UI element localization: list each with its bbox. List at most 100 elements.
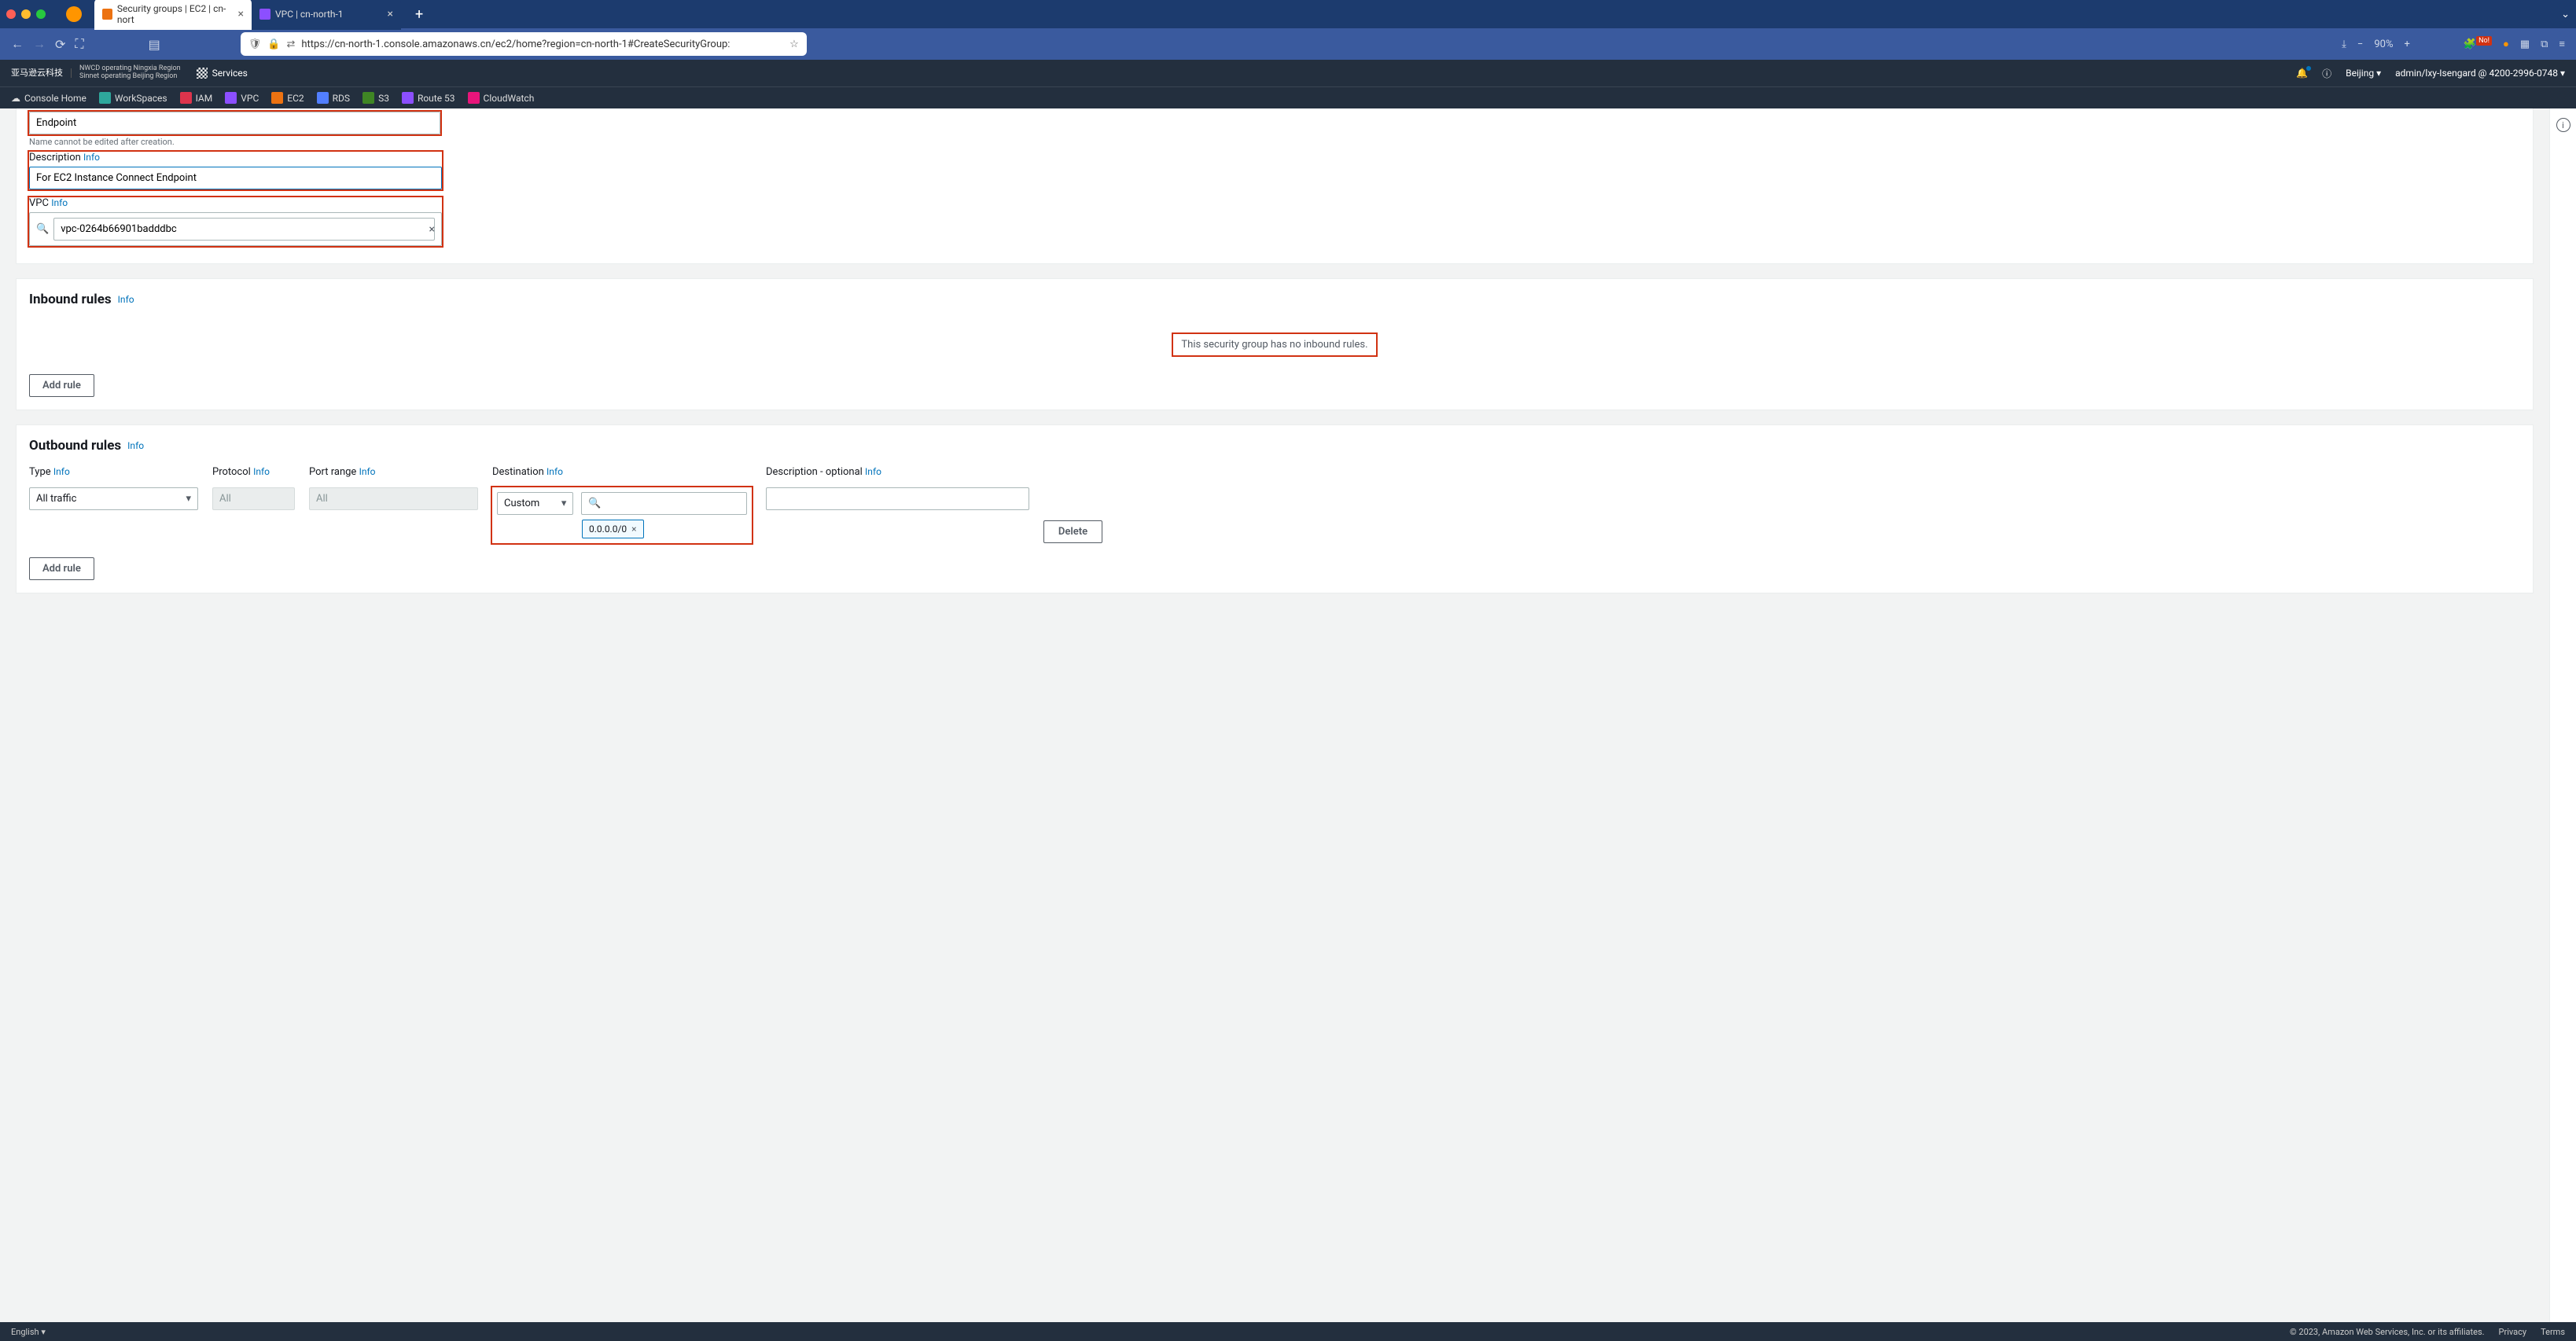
- chevron-down-icon: ▾: [561, 498, 567, 509]
- forward-button[interactable]: →: [33, 36, 46, 52]
- shield-icon[interactable]: 🛡: [248, 39, 262, 50]
- address-bar[interactable]: 🛡 🔒 ⇄ ☆: [241, 32, 807, 56]
- aws-logo[interactable]: 亚马逊云科技: [11, 68, 72, 78]
- ext-icon[interactable]: ●: [2503, 38, 2509, 50]
- browser-tab-active[interactable]: Security groups | EC2 | cn-nort ×: [94, 0, 252, 30]
- reload-button[interactable]: ⟳: [55, 37, 65, 52]
- extensions-icon[interactable]: ⧉: [2541, 39, 2548, 50]
- maximize-window-icon[interactable]: [36, 9, 46, 19]
- protocol-field: All: [212, 487, 295, 510]
- new-tab-button[interactable]: +: [415, 6, 423, 23]
- url-input[interactable]: [301, 39, 783, 50]
- tab-list-icon[interactable]: ⌄: [2561, 9, 2570, 20]
- reader-icon[interactable]: ▤: [149, 37, 160, 52]
- close-tab-icon[interactable]: ×: [238, 8, 244, 20]
- info-link[interactable]: Info: [127, 440, 144, 451]
- col-type: Type Info: [29, 466, 198, 478]
- close-window-icon[interactable]: [6, 9, 16, 19]
- nav-workspaces[interactable]: WorkSpaces: [99, 92, 167, 104]
- nav-ec2[interactable]: EC2: [271, 92, 304, 104]
- col-description: Description - optional Info: [766, 466, 1029, 478]
- aws-footer: English ▾ © 2023, Amazon Web Services, I…: [0, 1322, 2576, 1341]
- nav-s3[interactable]: S3: [362, 92, 389, 104]
- zoom-in-button[interactable]: +: [2405, 39, 2410, 50]
- zoom-level: 90%: [2374, 39, 2393, 50]
- info-link[interactable]: Info: [118, 294, 134, 305]
- rule-description-input[interactable]: [766, 487, 1029, 510]
- language-selector[interactable]: English ▾: [11, 1327, 46, 1337]
- add-inbound-rule-button[interactable]: Add rule: [29, 374, 94, 397]
- mask-icon[interactable]: ⛶: [75, 36, 83, 52]
- vpc-search[interactable]: 🔍 ×: [29, 212, 442, 246]
- sg-details-section: Name cannot be edited after creation. De…: [16, 108, 2534, 264]
- minimize-window-icon[interactable]: [21, 9, 31, 19]
- bookmark-icon[interactable]: ☆: [789, 39, 799, 50]
- outbound-rules-section: Outbound rules Info Type Info Protocol I…: [16, 424, 2534, 593]
- privacy-link[interactable]: Privacy: [2499, 1327, 2527, 1337]
- col-destination: Destination Info: [492, 466, 752, 478]
- permissions-icon[interactable]: ⇄: [286, 39, 295, 50]
- chevron-down-icon: ▾: [186, 493, 191, 505]
- region-selector[interactable]: Beijing ▾: [2346, 68, 2381, 79]
- destination-input[interactable]: [606, 498, 740, 509]
- zoom-out-button[interactable]: −: [2357, 39, 2363, 50]
- description-input[interactable]: [29, 167, 442, 189]
- ext-icon[interactable]: ▦: [2520, 39, 2530, 50]
- browser-tab-inactive[interactable]: VPC | cn-north-1 ×: [252, 0, 401, 30]
- notifications-icon[interactable]: 🔔: [2296, 68, 2308, 79]
- delete-rule-button[interactable]: Delete: [1043, 520, 1102, 543]
- outbound-columns: Type Info Protocol Info Port range Info …: [17, 461, 2533, 483]
- back-button[interactable]: ←: [11, 36, 24, 52]
- ec2-favicon-icon: [102, 9, 112, 20]
- close-tab-icon[interactable]: ×: [388, 8, 393, 20]
- copyright: © 2023, Amazon Web Services, Inc. or its…: [2290, 1327, 2485, 1337]
- info-panel-toggle: i: [2549, 108, 2576, 1324]
- download-icon[interactable]: ⤓: [2342, 39, 2346, 50]
- col-port: Port range Info: [309, 466, 478, 478]
- col-protocol: Protocol Info: [212, 466, 295, 478]
- info-link[interactable]: Info: [253, 466, 270, 477]
- inbound-title: Inbound rules: [29, 292, 112, 307]
- clear-icon[interactable]: ×: [429, 223, 435, 236]
- cidr-chip[interactable]: 0.0.0.0/0×: [582, 520, 644, 538]
- services-menu[interactable]: Services: [197, 68, 248, 79]
- ext-icon[interactable]: 🧩No!: [2464, 39, 2492, 50]
- outbound-title: Outbound rules: [29, 438, 121, 454]
- grid-icon: [197, 68, 208, 79]
- type-select[interactable]: All traffic▾: [29, 487, 198, 510]
- info-icon[interactable]: i: [2556, 118, 2570, 132]
- nav-cloudwatch[interactable]: CloudWatch: [468, 92, 535, 104]
- hamburger-menu-icon[interactable]: ≡: [2559, 38, 2565, 50]
- account-menu[interactable]: admin/lxy-Isengard @ 4200-2996-0748 ▾: [2395, 68, 2565, 79]
- vpc-label: VPC Info: [29, 197, 442, 209]
- lock-icon: 🔒: [267, 39, 280, 50]
- info-link[interactable]: Info: [83, 152, 100, 163]
- help-icon[interactable]: ⓘ: [2322, 67, 2331, 80]
- add-outbound-rule-button[interactable]: Add rule: [29, 557, 94, 580]
- destination-mode-select[interactable]: Custom▾: [497, 492, 573, 515]
- info-link[interactable]: Info: [53, 466, 70, 477]
- info-link[interactable]: Info: [546, 466, 563, 477]
- name-hint: Name cannot be edited after creation.: [29, 137, 2520, 147]
- port-field: All: [309, 487, 478, 510]
- vpc-input[interactable]: [53, 218, 435, 241]
- info-link[interactable]: Info: [865, 466, 881, 477]
- nav-console-home[interactable]: ☁ Console Home: [11, 93, 86, 104]
- operator-info: NWCD operating Ningxia Region Sinnet ope…: [79, 65, 189, 81]
- remove-chip-icon[interactable]: ×: [631, 524, 636, 535]
- nav-route53[interactable]: Route 53: [402, 92, 455, 104]
- window-controls: [6, 9, 46, 19]
- firefox-icon: [66, 6, 82, 22]
- info-link[interactable]: Info: [51, 197, 68, 208]
- nav-iam[interactable]: IAM: [180, 92, 213, 104]
- browser-toolbar: ← → ⟳ ⛶ ▤ 🛡 🔒 ⇄ ☆ ⤓ − 90% + 🧩No! ● ▦ ⧉ ≡: [0, 28, 2576, 60]
- nav-rds[interactable]: RDS: [317, 92, 350, 104]
- inbound-rules-section: Inbound rules Info This security group h…: [16, 278, 2534, 410]
- terms-link[interactable]: Terms: [2541, 1327, 2565, 1337]
- destination-search[interactable]: 🔍: [581, 492, 747, 515]
- info-link[interactable]: Info: [359, 466, 376, 477]
- sg-name-input[interactable]: [29, 112, 440, 134]
- search-icon: 🔍: [36, 223, 49, 235]
- nav-vpc[interactable]: VPC: [225, 92, 259, 104]
- outbound-rule-row: All traffic▾ All All Custom▾ 🔍 0.0.0.0/0…: [17, 483, 2533, 548]
